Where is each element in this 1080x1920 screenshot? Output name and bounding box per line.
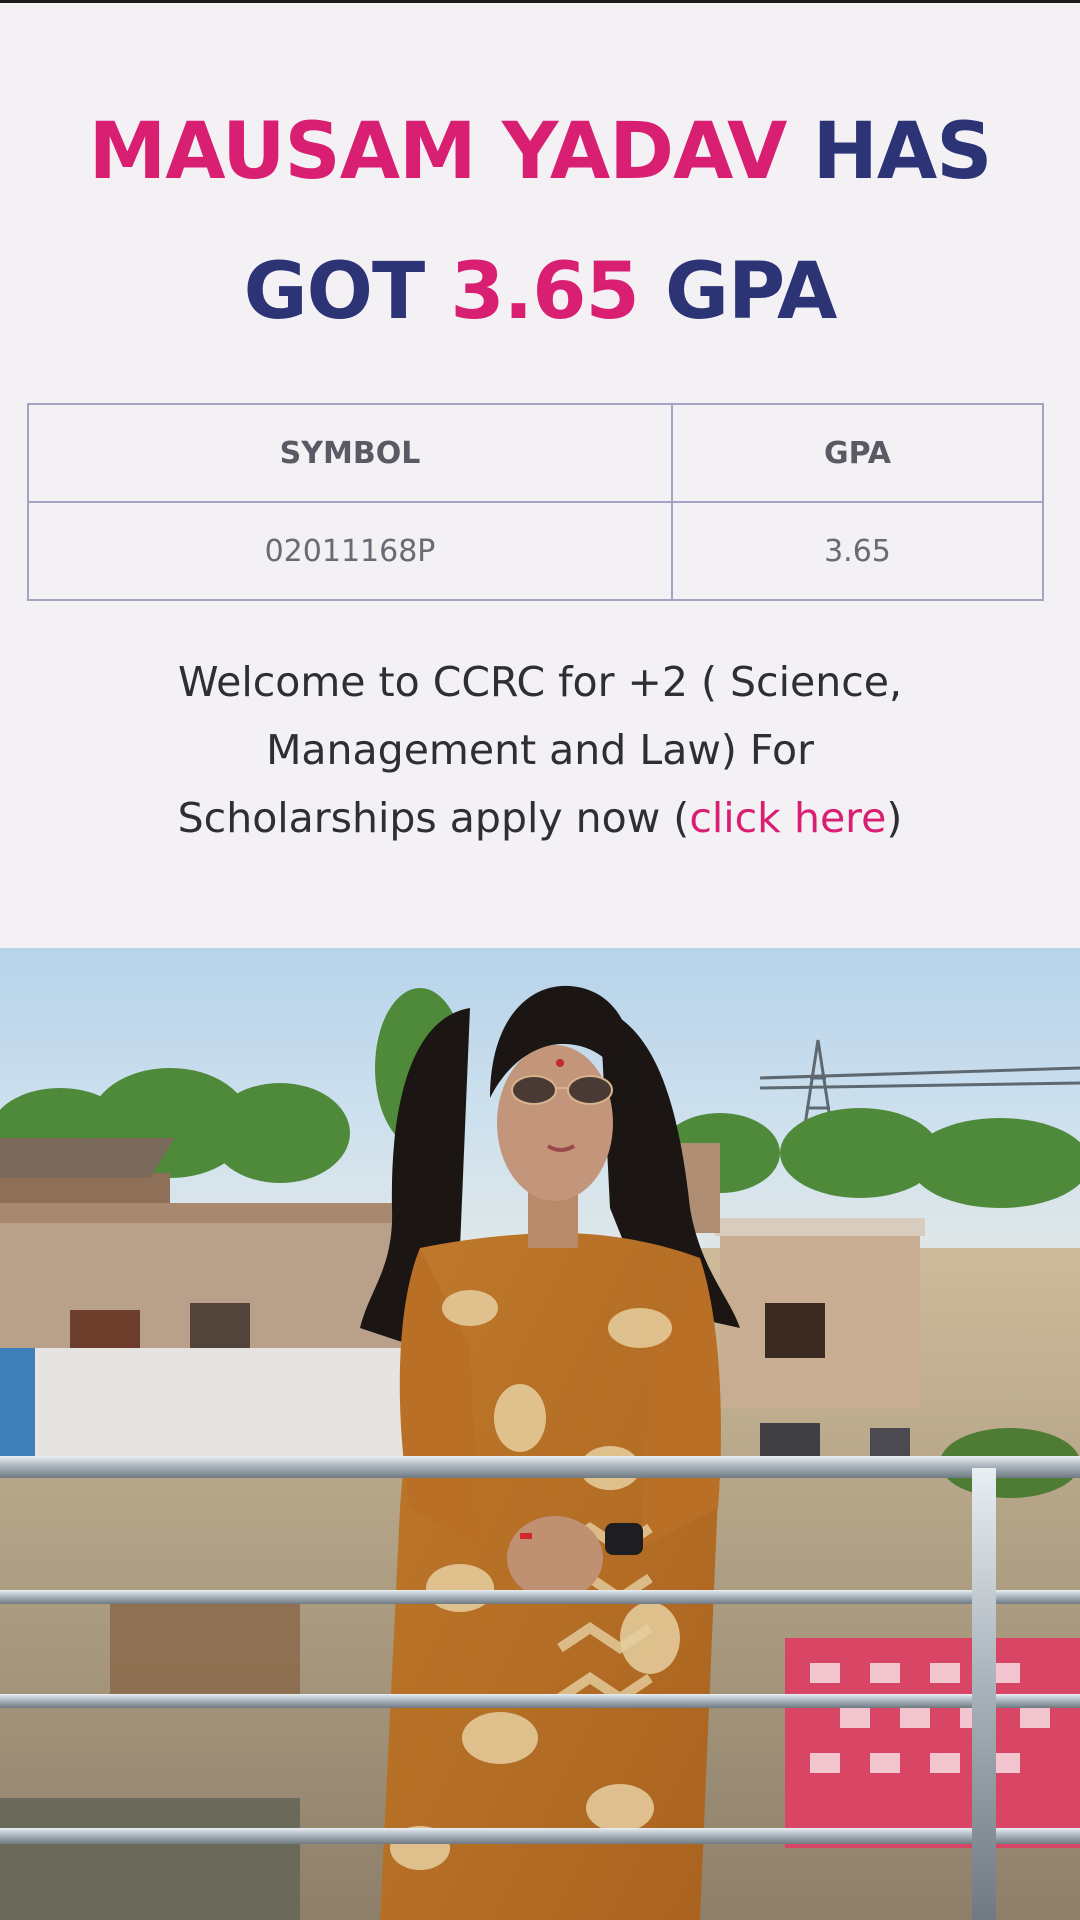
top-edge-bar — [0, 0, 1080, 3]
symbol-header: SYMBOL — [27, 403, 673, 503]
page-headline: MAUSAM YADAV HAS GOT 3.65 GPA — [0, 82, 1080, 362]
table-row: 02011168P 3.65 — [27, 501, 1044, 601]
table-header-row: SYMBOL GPA — [27, 403, 1044, 503]
student-photo — [0, 948, 1080, 1920]
welcome-line-3-suffix: ) — [886, 794, 903, 842]
headline-got: GOT — [243, 247, 426, 337]
welcome-line-2: Management and Law) For — [266, 726, 814, 774]
headline-gpa-word: GPA — [664, 247, 837, 337]
welcome-message: Welcome to CCRC for +2 ( Science, Manage… — [90, 648, 990, 852]
headline-has: HAS — [812, 107, 993, 197]
result-table: SYMBOL GPA 02011168P 3.65 — [27, 403, 1044, 601]
welcome-line-1: Welcome to CCRC for +2 ( Science, — [177, 658, 902, 706]
welcome-line-3-prefix: Scholarships apply now ( — [177, 794, 690, 842]
click-here-link[interactable]: click here — [689, 794, 886, 842]
symbol-cell: 02011168P — [27, 501, 673, 601]
student-name: MAUSAM YADAV — [88, 107, 788, 197]
gpa-header: GPA — [671, 403, 1044, 503]
gpa-cell: 3.65 — [671, 501, 1044, 601]
headline-gpa-value: 3.65 — [450, 247, 639, 337]
